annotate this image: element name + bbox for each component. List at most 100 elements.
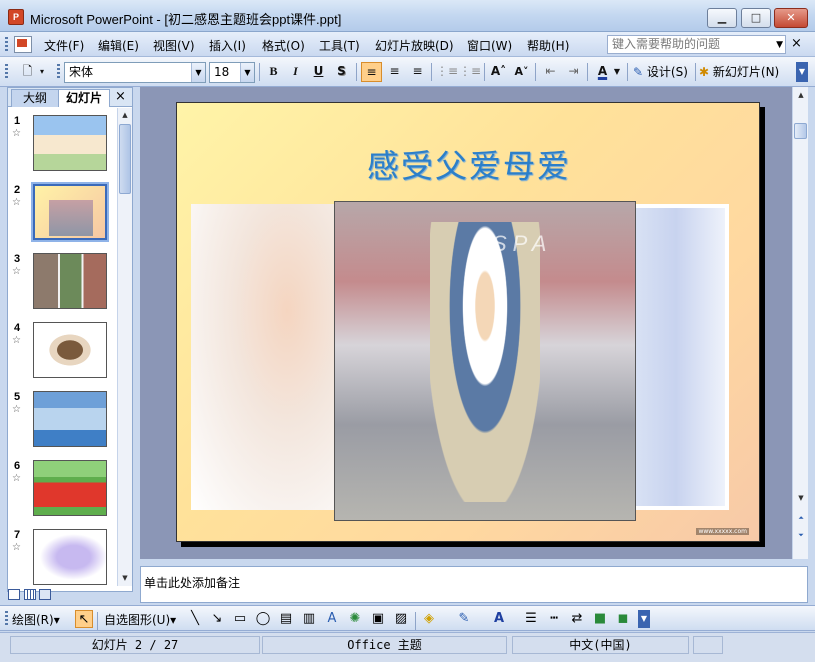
font-name-select[interactable]: 宋体 ▼ [64, 62, 206, 83]
close-button[interactable]: ✕ [774, 8, 808, 28]
design-button[interactable]: ✎ 设计(S) [633, 63, 688, 80]
menu-tools[interactable]: 工具(T) [319, 37, 360, 54]
view-buttons [8, 589, 51, 603]
autoshapes-menu-button[interactable]: 自选图形(U)▾ [104, 611, 176, 628]
slide-editing-area[interactable]: 感受父爱母爱 SPA www.xxxxx.com [140, 87, 792, 559]
align-left-button[interactable]: ≡ [361, 62, 382, 82]
slide-preview-image [31, 182, 109, 242]
maximize-button[interactable]: □ [741, 8, 771, 28]
autoshapes-label: 自选图形(U) [104, 613, 171, 627]
select-pointer-icon[interactable]: ↖ [75, 610, 93, 628]
tab-outline[interactable]: 大纲 [11, 89, 59, 107]
chevron-down-icon[interactable]: ▼ [191, 63, 205, 82]
shadow-style-icon[interactable]: ■ [591, 610, 609, 628]
slide-title[interactable]: 感受父爱母爱 [177, 141, 759, 187]
arrow-style-icon[interactable]: ⇄ [568, 610, 586, 628]
line-style-icon[interactable]: ☰ [522, 610, 540, 628]
father-son-photo[interactable] [334, 201, 636, 521]
shrink-font-button[interactable]: A˅ [511, 62, 532, 82]
scroll-down-arrow-icon[interactable]: ▼ [119, 572, 131, 585]
scrollbar-thumb[interactable] [794, 123, 807, 139]
align-center-button[interactable]: ≡ [384, 62, 405, 82]
bold-button[interactable]: B [263, 62, 284, 82]
scroll-up-arrow-icon[interactable]: ▲ [119, 109, 131, 122]
minimize-button[interactable]: ▁ [707, 8, 737, 28]
vertical-textbox-icon[interactable]: ▥ [300, 610, 318, 628]
slide-number: 3 [14, 253, 21, 265]
menu-view[interactable]: 视图(V) [153, 37, 195, 54]
menu-insert[interactable]: 插入(I) [209, 37, 246, 54]
oval-icon[interactable]: ◯ [254, 610, 272, 628]
document-close-button[interactable]: × [791, 36, 802, 51]
menubar-grip[interactable] [5, 37, 8, 52]
baby-photo[interactable] [191, 204, 351, 510]
toolbar-grip-2[interactable] [57, 64, 60, 80]
slide-sorter-view-icon[interactable] [23, 589, 36, 600]
toolbar-separator [97, 612, 98, 630]
current-slide[interactable]: 感受父爱母爱 SPA www.xxxxx.com [176, 102, 760, 542]
document-icon[interactable] [14, 36, 32, 53]
fill-color-icon[interactable]: ◈ [420, 610, 438, 628]
italic-button[interactable]: I [285, 62, 306, 82]
arrow-icon[interactable]: ↘ [208, 610, 226, 628]
mother-photo[interactable] [623, 204, 729, 510]
scroll-up-arrow-icon[interactable]: ▲ [795, 89, 807, 102]
toolbar-separator [587, 63, 588, 81]
bullets-button[interactable]: ⋮≡ [459, 62, 481, 82]
powerpoint-app-icon[interactable]: P [8, 9, 24, 25]
underline-button[interactable]: U [308, 62, 329, 82]
next-slide-icon[interactable]: ⏷ [795, 529, 807, 542]
toolbar-options-chevron-icon[interactable]: ▾ [37, 62, 47, 82]
chevron-down-icon[interactable]: ▼ [240, 63, 254, 82]
normal-view-icon[interactable] [8, 589, 20, 600]
dash-style-icon[interactable]: ┅ [545, 610, 563, 628]
font-color-button[interactable]: A [592, 62, 613, 82]
line-icon[interactable]: ╲ [186, 610, 204, 628]
menu-slideshow[interactable]: 幻灯片放映(D) [375, 37, 454, 54]
textbox-icon[interactable]: ▤ [277, 610, 295, 628]
numbering-button[interactable]: ⋮≡ [436, 62, 458, 82]
menu-edit[interactable]: 编辑(E) [98, 37, 139, 54]
scroll-down-arrow-icon[interactable]: ▼ [795, 492, 807, 505]
design-label: 设计(S) [646, 65, 688, 79]
shadow-button[interactable]: S [331, 62, 352, 82]
menu-format[interactable]: 格式(O) [262, 37, 305, 54]
toolbar-grip[interactable] [5, 64, 8, 80]
previous-slide-icon[interactable]: ⏶ [795, 512, 807, 525]
increase-indent-button[interactable]: ⇥ [563, 62, 584, 82]
menu-window[interactable]: 窗口(W) [467, 37, 512, 54]
chevron-down-icon[interactable]: ▼ [776, 37, 783, 54]
notes-pane[interactable]: 单击此处添加备注 [140, 566, 808, 603]
help-search-input[interactable]: 键入需要帮助的问题 ▼ [607, 35, 786, 54]
slide-footer-url: www.xxxxx.com [696, 528, 749, 535]
notes-placeholder[interactable]: 单击此处添加备注 [144, 574, 240, 591]
new-document-icon[interactable]: 🗋 [17, 62, 38, 82]
diagram-icon[interactable]: ✺ [346, 610, 364, 628]
align-right-button[interactable]: ≡ [407, 62, 428, 82]
chevron-down-icon[interactable]: ▼ [612, 62, 622, 82]
clipart-icon[interactable]: ▣ [369, 610, 387, 628]
menu-file[interactable]: 文件(F) [44, 37, 84, 54]
decrease-indent-button[interactable]: ⇤ [540, 62, 561, 82]
slideshow-view-icon[interactable] [39, 589, 51, 600]
draw-menu-button[interactable]: 绘图(R)▾ [12, 611, 60, 628]
3d-style-icon[interactable]: ◼ [614, 610, 632, 628]
drawbar-overflow-chevron-icon[interactable]: ▼ [638, 610, 650, 628]
drawbar-grip[interactable] [5, 611, 8, 627]
menu-help[interactable]: 帮助(H) [527, 37, 569, 54]
picture-icon[interactable]: ▨ [392, 610, 410, 628]
draw-menu-label: 绘图(R) [12, 613, 54, 627]
tab-slides[interactable]: 幻灯片 [58, 89, 110, 107]
rectangle-icon[interactable]: ▭ [231, 610, 249, 628]
toolbar-overflow-chevron-icon[interactable]: ▼ [796, 62, 808, 82]
slide-vertical-scrollbar[interactable]: ▲ ▼ ⏶ ⏷ [792, 87, 808, 559]
font-color-icon[interactable]: A [490, 610, 508, 628]
grow-font-button[interactable]: A˄ [488, 62, 509, 82]
pane-close-button[interactable]: × [115, 89, 126, 104]
font-size-select[interactable]: 18 ▼ [209, 62, 255, 83]
scrollbar-thumb[interactable] [119, 124, 131, 194]
slides-pane-scrollbar[interactable]: ▲ ▼ [117, 108, 132, 586]
line-color-icon[interactable]: ✎ [455, 610, 473, 628]
wordart-icon[interactable]: A [323, 610, 341, 628]
new-slide-button[interactable]: ✱ 新幻灯片(N) [699, 63, 779, 80]
